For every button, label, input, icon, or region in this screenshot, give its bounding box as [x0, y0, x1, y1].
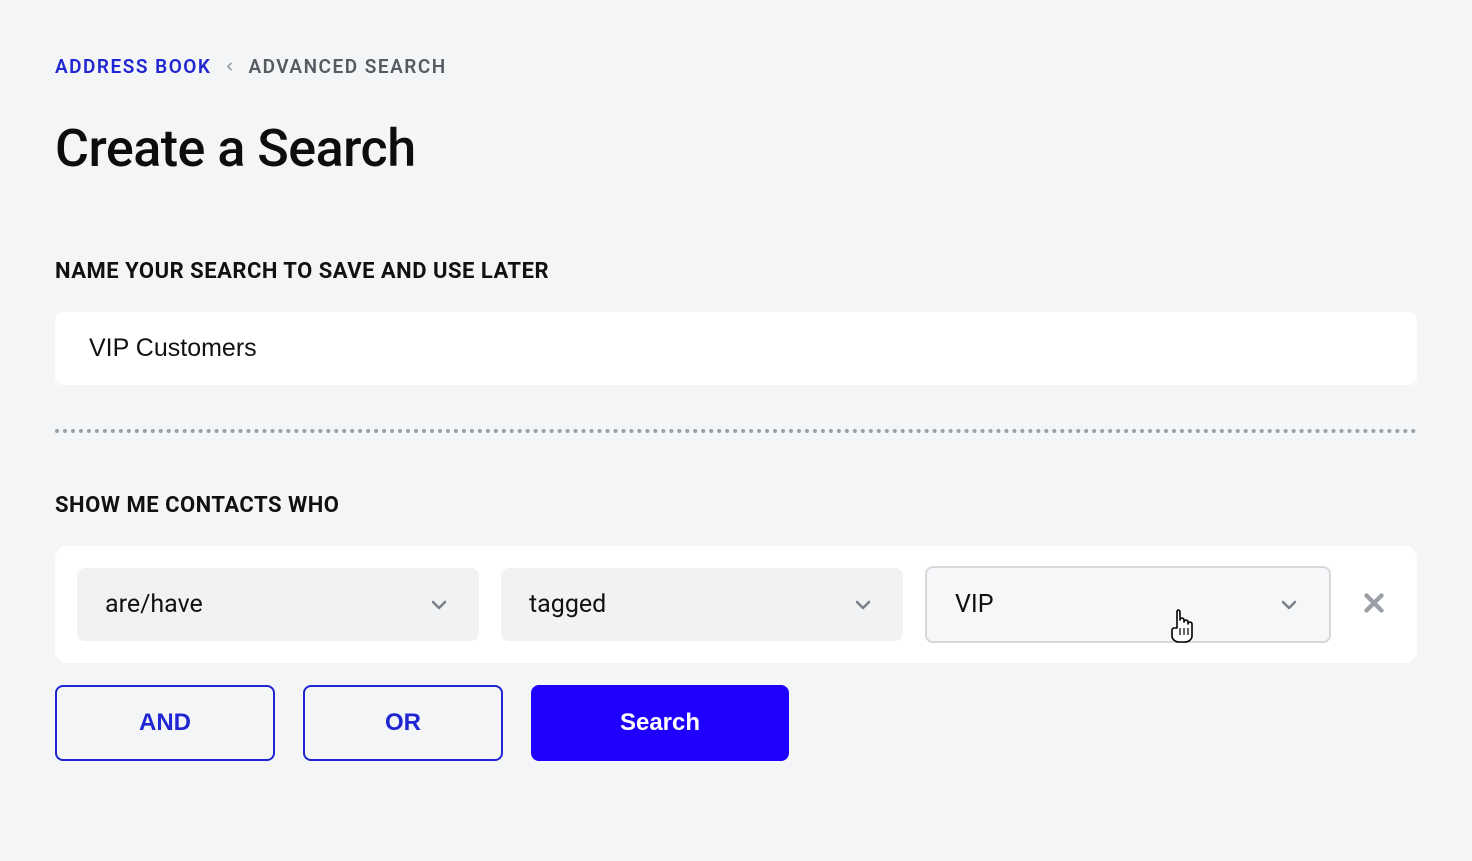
breadcrumb-root-link[interactable]: ADDRESS BOOK: [55, 55, 211, 78]
breadcrumb: ADDRESS BOOK ADVANCED SEARCH: [55, 55, 1417, 78]
filter-section-label: SHOW ME CONTACTS WHO: [55, 493, 1417, 518]
name-search-label: NAME YOUR SEARCH TO SAVE AND USE LATER: [55, 259, 1417, 284]
and-button[interactable]: AND: [55, 685, 275, 761]
condition-select-value: are/have: [105, 590, 203, 619]
condition-select[interactable]: are/have: [77, 568, 479, 641]
attribute-select[interactable]: tagged: [501, 568, 903, 641]
search-name-input[interactable]: [55, 312, 1417, 385]
chevron-down-icon: [427, 593, 451, 617]
search-button[interactable]: Search: [531, 685, 789, 761]
chevron-left-icon: [223, 60, 236, 73]
filter-row: are/have tagged VIP: [55, 546, 1417, 663]
pointer-cursor-icon: [1167, 608, 1199, 651]
value-select[interactable]: VIP: [925, 566, 1331, 643]
section-divider: [55, 429, 1417, 433]
attribute-select-value: tagged: [529, 590, 606, 619]
chevron-down-icon: [1277, 593, 1301, 617]
chevron-down-icon: [851, 593, 875, 617]
remove-filter-button[interactable]: [1353, 584, 1395, 626]
action-row: AND OR Search: [55, 685, 1417, 761]
page-title: Create a Search: [55, 118, 1417, 179]
value-select-value: VIP: [955, 590, 994, 619]
breadcrumb-current: ADVANCED SEARCH: [248, 55, 446, 78]
close-icon: [1359, 588, 1389, 622]
or-button[interactable]: OR: [303, 685, 503, 761]
